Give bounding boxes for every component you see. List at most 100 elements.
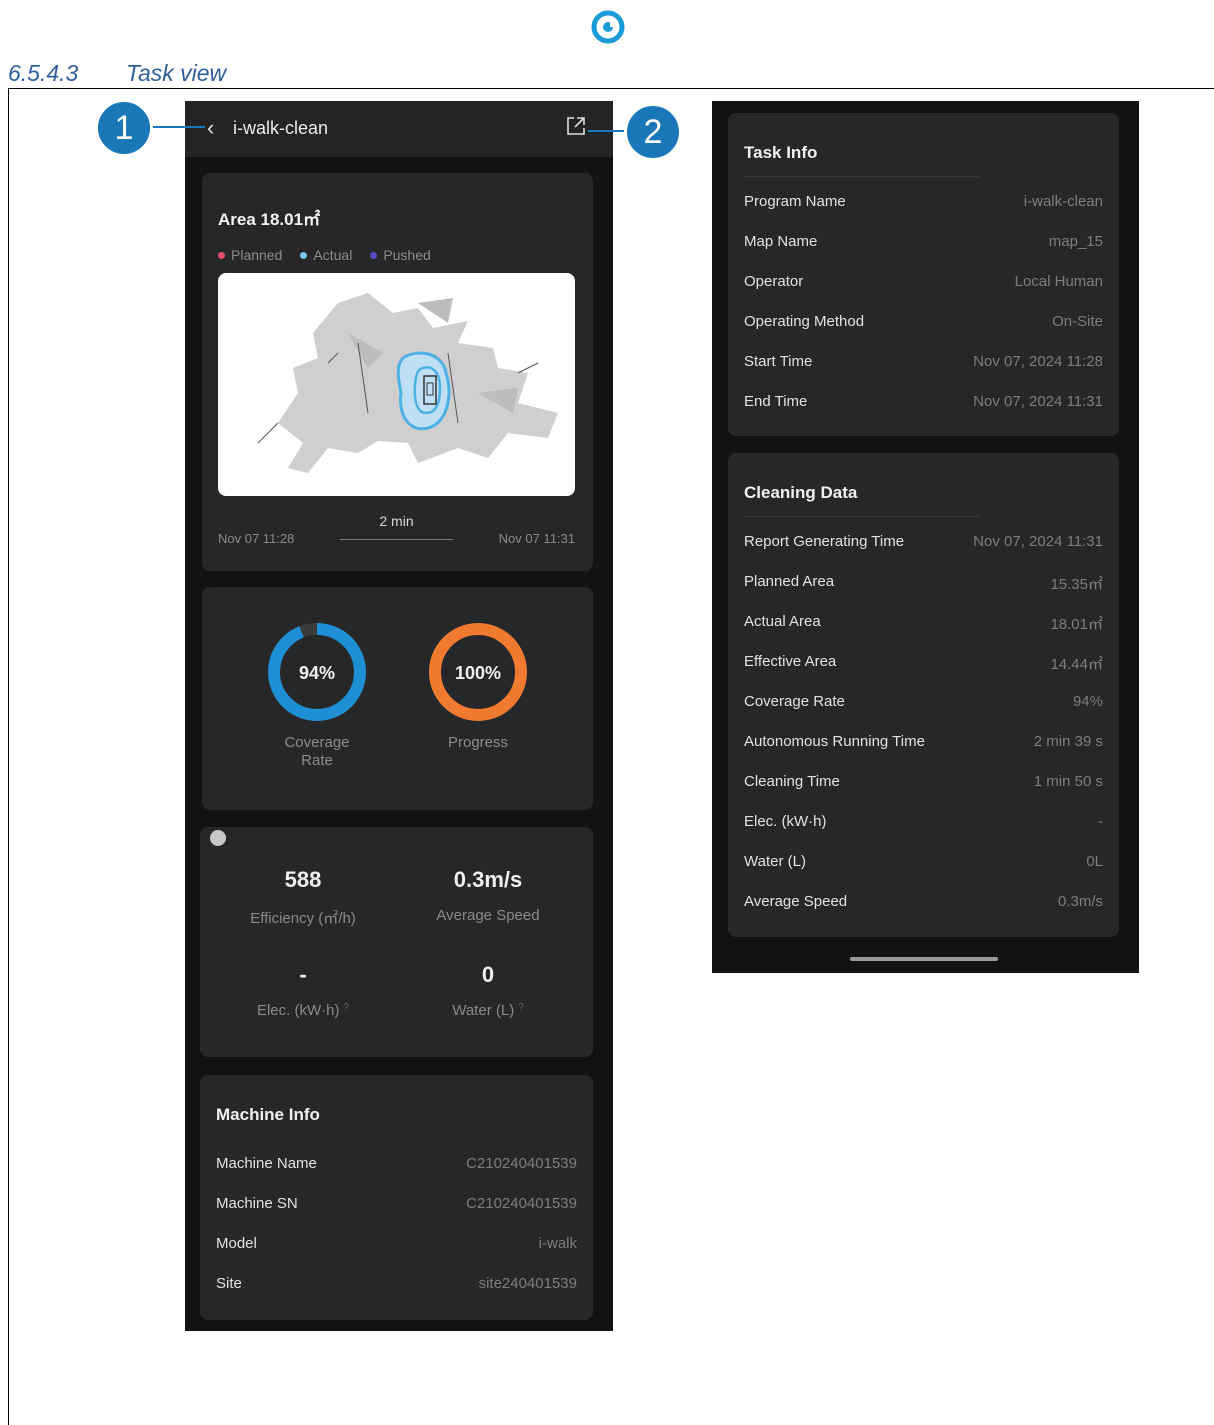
info-key: Water (L) [744,853,806,870]
info-key: Average Speed [744,893,848,910]
elec-value: - [299,962,307,987]
progress-donut: 100% Progress [418,617,538,752]
info-row: Average Speed 0.3m/s [744,893,1103,913]
info-value: map_15 [1048,233,1103,250]
info-row: Machine Name C210240401539 [216,1155,577,1175]
info-value: 2 min 39 s [1033,733,1103,750]
divider [744,176,979,177]
water-value: 0 [481,962,495,987]
info-row: Start Time Nov 07, 2024 11:28 [744,353,1103,373]
info-value: C210240401539 [466,1195,577,1212]
info-key: Operating Method [744,313,865,330]
info-key: Planned Area [744,573,835,590]
info-value: 15.35㎡ [1050,576,1103,593]
speed-value: 0.3m/s [453,867,523,892]
info-row: Operating Method On-Site [744,313,1103,333]
elec-label-row: Elec. (kW·h)? [213,1002,393,1019]
info-key: Site [216,1275,242,1292]
info-value: - [1098,813,1103,830]
info-key: Actual Area [744,613,821,630]
map-drawing [257,293,558,473]
info-value: 0.3m/s [1057,893,1103,910]
info-row: Effective Area 14.44㎡ [744,653,1103,673]
info-value: Nov 07, 2024 11:28 [973,353,1103,370]
stats-card: 588 Efficiency (㎡/h) 0.3m/s Average Spee… [200,827,593,1057]
legend-planned-label: Planned [231,247,283,263]
task-title: i-walk-clean [233,118,329,138]
info-row: Site site240401539 [216,1275,577,1295]
coverage-ring: 94% [268,623,366,721]
info-key: Map Name [744,233,818,250]
info-key: Machine SN [216,1195,298,1212]
speed-stat: 0.3m/s Average Speed [398,867,578,924]
speed-label: Average Speed [436,907,540,924]
info-key: Autonomous Running Time [744,733,925,750]
callout-1-line [150,126,205,128]
divider [744,516,979,517]
info-key: Start Time [744,353,813,370]
progress-label-line1: Progress [447,734,509,751]
cleaning-data-title: Cleaning Data [744,483,858,502]
info-row: Actual Area 18.01㎡ [744,613,1103,633]
info-value: On-Site [1052,313,1103,330]
help-icon[interactable]: ? [343,1002,349,1013]
info-key: Operator [744,273,804,290]
coverage-value: 94% [299,663,335,683]
callout-2-line [588,130,628,132]
info-value: site240401539 [478,1275,577,1292]
cleaning-map[interactable] [218,273,575,496]
help-icon[interactable]: ? [518,1002,524,1013]
progress-card: 94% Coverage Rate 100% Progress [202,587,593,810]
legend-pushed: Pushed [370,247,431,263]
coverage-label-line1: Coverage [284,734,350,751]
end-time: Nov 07 11:31 [498,531,575,546]
section-heading: 6.5.4.3 Task view [8,60,226,87]
info-row: Cleaning Time 1 min 50 s [744,773,1103,793]
coverage-label-line2: Rate [301,752,333,769]
callout-2: 2 [624,103,682,161]
info-value: C210240401539 [466,1155,577,1172]
info-key: Report Generating Time [744,533,905,550]
info-row: Model i-walk [216,1235,577,1255]
info-key: Coverage Rate [744,693,845,710]
info-row: Planned Area 15.35㎡ [744,573,1103,593]
area-map-card: Area 18.01㎡ Planned Actual Pushed Nov 07… [202,173,593,571]
info-value: 0L [1086,853,1103,870]
water-label-row: Water (L)? [398,1002,578,1019]
info-value: 94% [1072,693,1103,710]
info-key: Machine Name [216,1155,317,1172]
task-details-screen: Task Info Program Name i-walk-clean Map N… [712,101,1139,973]
machine-info-title: Machine Info [216,1105,320,1124]
status-dot [210,830,226,846]
info-value: 18.01㎡ [1050,616,1103,633]
info-row: Program Name i-walk-clean [744,193,1103,213]
info-value: i-walk-clean [1023,193,1103,210]
info-value: Local Human [1014,273,1103,290]
info-key: Program Name [744,193,846,210]
home-indicator[interactable] [850,957,998,961]
info-key: Effective Area [744,653,837,670]
task-info-title: Task Info [744,143,818,162]
efficiency-stat: 588 Efficiency (㎡/h) [213,867,393,928]
back-icon[interactable]: ‹ [207,115,214,141]
duration: 2 min [379,513,414,529]
efficiency-value: 588 [284,867,322,892]
water-stat: 0 Water (L)? [398,962,578,1019]
coverage-label: Coverage Rate [257,734,377,770]
water-label: Water (L) [452,1002,515,1019]
brand-logo-icon [591,10,625,44]
elec-label: Elec. (kW·h) [256,1002,340,1019]
info-row: Machine SN C210240401539 [216,1195,577,1215]
info-key: Elec. (kW·h) [744,813,827,830]
info-key: Cleaning Time [744,773,840,790]
task-view-screen: ‹ i-walk-clean Area 18.01㎡ Planned Actua… [185,101,613,1331]
export-icon[interactable] [565,115,587,137]
info-row: End Time Nov 07, 2024 11:31 [744,393,1103,413]
info-key: Model [216,1235,257,1252]
section-title-text: Task view [126,60,227,86]
info-row: Coverage Rate 94% [744,693,1103,713]
legend-pushed-label: Pushed [383,247,431,263]
info-value: i-walk [538,1235,577,1252]
progress-value: 100% [455,663,501,683]
elec-stat: - Elec. (kW·h)? [213,962,393,1019]
